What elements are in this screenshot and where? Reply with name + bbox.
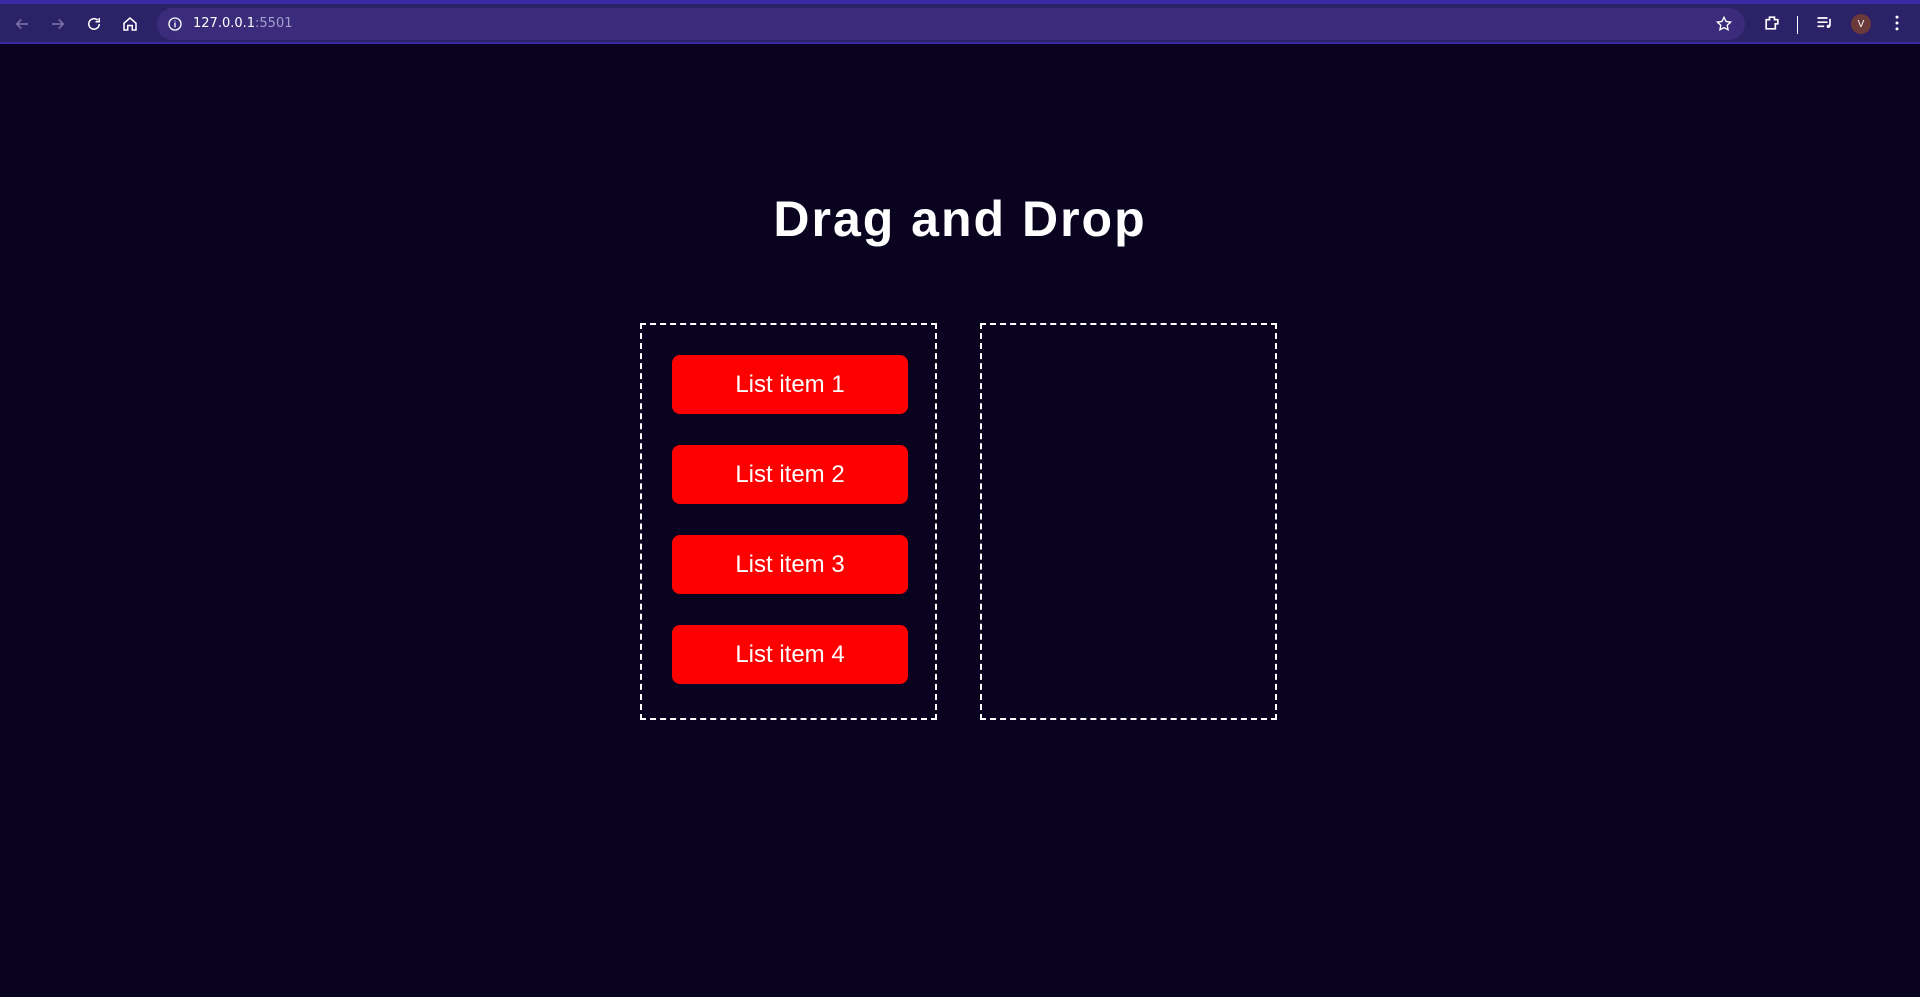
address-bar[interactable]: 127.0.0.1:5501 [157, 8, 1745, 40]
list-item[interactable]: List item 2 [672, 445, 908, 504]
profile-avatar[interactable]: V [1851, 14, 1871, 34]
extensions-icon[interactable] [1762, 13, 1782, 33]
back-icon[interactable] [7, 9, 37, 39]
forward-icon[interactable] [43, 9, 73, 39]
list-item[interactable]: List item 3 [672, 535, 908, 594]
home-icon[interactable] [115, 9, 145, 39]
page-title: Drag and Drop [773, 191, 1147, 247]
list-item[interactable]: List item 4 [672, 625, 908, 684]
url-port: :5501 [255, 16, 293, 31]
media-control-icon[interactable] [1815, 13, 1835, 33]
menu-kebab-icon[interactable] [1887, 13, 1907, 33]
bookmark-star-icon[interactable] [1715, 15, 1733, 33]
site-info-icon[interactable] [167, 16, 183, 32]
list-item[interactable]: List item 1 [672, 355, 908, 414]
toolbar-divider [1797, 16, 1798, 34]
drop-zone-left[interactable]: List item 1 List item 2 List item 3 List… [640, 323, 937, 720]
browser-toolbar: 127.0.0.1:5501 V [0, 0, 1920, 44]
url-text[interactable]: 127.0.0.1:5501 [193, 16, 293, 31]
reload-icon[interactable] [79, 9, 109, 39]
url-host: 127.0.0.1 [193, 16, 256, 31]
drop-zone-right[interactable] [980, 323, 1277, 720]
